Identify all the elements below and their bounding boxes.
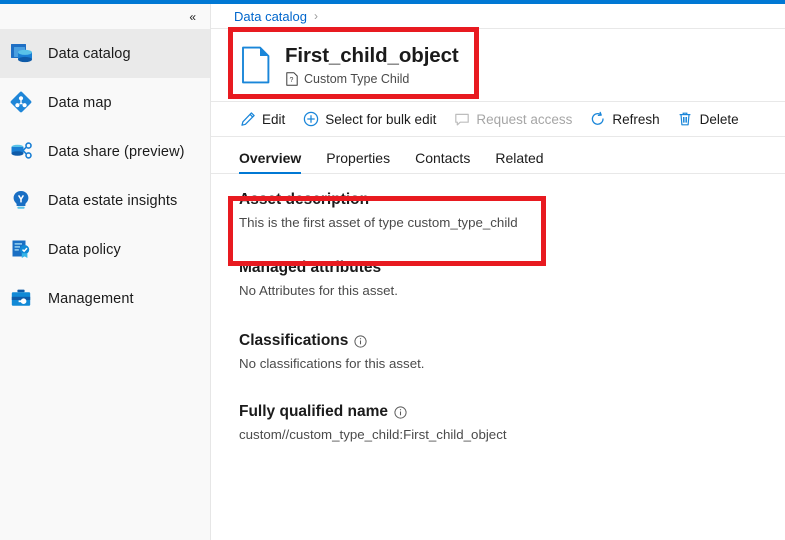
data-share-icon [6, 138, 40, 166]
asset-tabs: Overview Properties Contacts Related [211, 137, 785, 174]
sidebar-item-data-map[interactable]: Data map [0, 78, 210, 127]
info-icon[interactable] [354, 335, 367, 348]
tab-overview[interactable]: Overview [239, 150, 301, 173]
request-access-button: Request access [453, 111, 572, 128]
classifications-text: No classifications for this asset. [239, 356, 785, 371]
breadcrumb-separator-icon: › [314, 9, 318, 23]
plus-circle-icon [302, 111, 319, 128]
managed-attributes-section: Managed attributes No Attributes for thi… [239, 259, 785, 298]
toolbar-item-label: Select for bulk edit [325, 112, 436, 127]
sidebar-item-label: Data catalog [48, 46, 131, 62]
refresh-icon [589, 111, 606, 128]
sidebar: « Data catalog [0, 4, 211, 540]
document-icon [239, 45, 273, 85]
pencil-icon [239, 111, 256, 128]
unknown-document-icon: ? [285, 72, 299, 86]
managed-attributes-heading: Managed attributes [239, 259, 785, 277]
fully-qualified-name-heading: Fully qualified name [239, 403, 388, 421]
sidebar-item-label: Data estate insights [48, 193, 177, 209]
managed-attributes-text: No Attributes for this asset. [239, 283, 785, 298]
sidebar-item-data-estate-insights[interactable]: Data estate insights [0, 176, 210, 225]
info-icon[interactable] [394, 406, 407, 419]
fully-qualified-name-heading-row: Fully qualified name [239, 403, 785, 421]
tab-contacts[interactable]: Contacts [415, 150, 470, 173]
page-title: First_child_object [285, 44, 459, 68]
trash-icon [677, 111, 694, 128]
data-policy-icon [6, 236, 40, 264]
comment-icon [453, 111, 470, 128]
sidebar-collapse-row: « [0, 4, 210, 29]
refresh-button[interactable]: Refresh [589, 111, 659, 128]
sidebar-item-label: Data policy [48, 242, 121, 258]
edit-button[interactable]: Edit [239, 111, 285, 128]
select-for-bulk-edit-button[interactable]: Select for bulk edit [302, 111, 436, 128]
asset-description-text: This is the first asset of type custom_t… [239, 215, 785, 230]
sidebar-item-data-share[interactable]: Data share (preview) [0, 127, 210, 176]
fully-qualified-name-section: Fully qualified name custom//custom_type… [239, 403, 785, 442]
asset-type-row: ? Custom Type Child [285, 72, 459, 86]
app-shell: « Data catalog [0, 4, 785, 540]
asset-title-block: First_child_object ? Custom Type Child [211, 29, 785, 102]
sidebar-item-data-policy[interactable]: Data policy [0, 225, 210, 274]
data-estate-insights-icon [6, 187, 40, 215]
delete-button[interactable]: Delete [677, 111, 739, 128]
data-map-icon [6, 89, 40, 117]
data-catalog-icon [6, 40, 40, 68]
asset-toolbar: Edit Select for bulk edit Request a [211, 102, 785, 137]
sidebar-item-label: Data map [48, 95, 112, 111]
svg-text:?: ? [289, 77, 293, 84]
asset-description-heading: Asset description [239, 191, 785, 209]
collapse-sidebar-icon[interactable]: « [186, 9, 198, 25]
toolbar-item-label: Request access [476, 112, 572, 127]
sidebar-item-management[interactable]: Management [0, 274, 210, 323]
breadcrumb: Data catalog › [211, 4, 785, 29]
sidebar-item-data-catalog[interactable]: Data catalog [0, 29, 210, 78]
classifications-section: Classifications No classifications for t… [239, 332, 785, 371]
management-icon [6, 285, 40, 313]
sidebar-item-label: Management [48, 291, 134, 307]
fully-qualified-name-text: custom//custom_type_child:First_child_ob… [239, 427, 785, 442]
asset-title-text-wrap: First_child_object ? Custom Type Child [285, 44, 459, 86]
tab-related[interactable]: Related [495, 150, 543, 173]
tab-properties[interactable]: Properties [326, 150, 390, 173]
classifications-heading: Classifications [239, 332, 348, 350]
toolbar-item-label: Refresh [612, 112, 659, 127]
asset-type-label: Custom Type Child [304, 72, 409, 86]
breadcrumb-link-data-catalog[interactable]: Data catalog [234, 9, 307, 24]
asset-description-section: Asset description This is the first asse… [239, 191, 785, 230]
toolbar-item-label: Edit [262, 112, 285, 127]
sidebar-item-label: Data share (preview) [48, 144, 185, 160]
main-content: Data catalog › First_child_object ? [211, 4, 785, 540]
overview-panel: Asset description This is the first asse… [211, 174, 785, 442]
toolbar-item-label: Delete [700, 112, 739, 127]
classifications-heading-row: Classifications [239, 332, 785, 350]
